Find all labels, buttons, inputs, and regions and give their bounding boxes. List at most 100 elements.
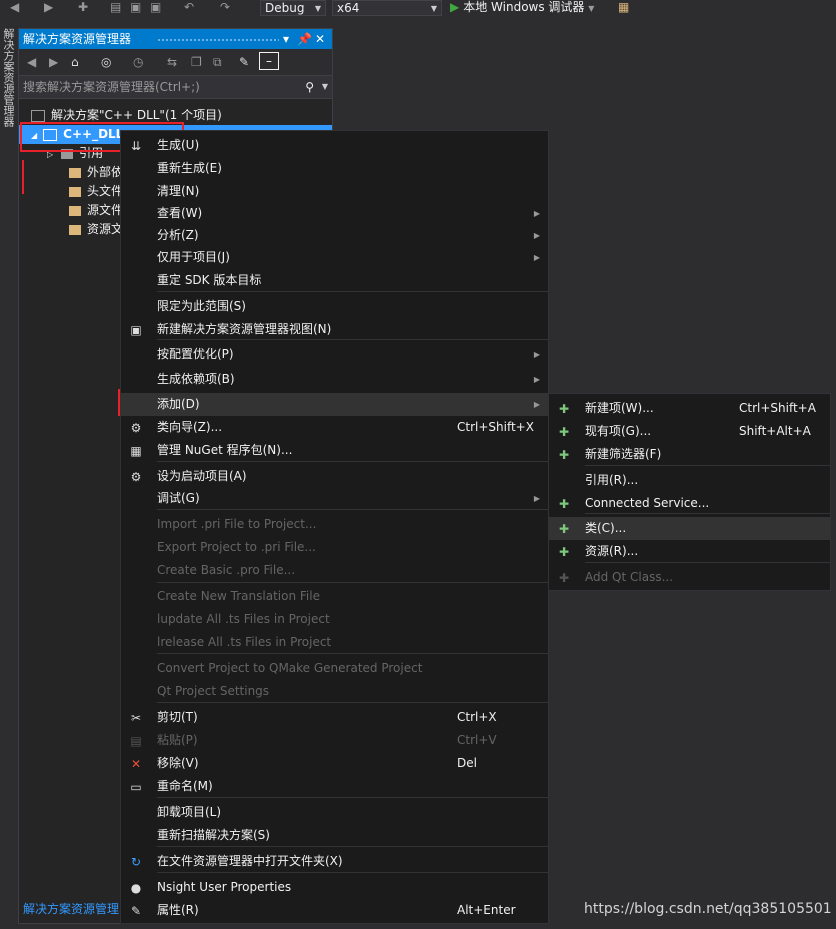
menu-item-label: 移除(V) bbox=[157, 756, 199, 770]
undo-icon[interactable]: ↶ bbox=[184, 0, 194, 14]
save-icon[interactable]: ▣ bbox=[130, 0, 141, 14]
build-icon: ⇊ bbox=[130, 139, 142, 153]
submenu-arrow-icon: ▶ bbox=[533, 253, 540, 262]
watermark: https://blog.csdn.net/qq385105501 bbox=[584, 901, 832, 917]
menu-item-label: 资源(R)... bbox=[585, 544, 639, 558]
tree-item[interactable]: 资源文 bbox=[69, 220, 123, 239]
context-menu-item[interactable]: ▣ 新建解决方案资源管理器视图(N) bbox=[121, 318, 548, 341]
menu-separator bbox=[585, 562, 830, 563]
redo-icon[interactable]: ↷ bbox=[220, 0, 230, 14]
context-menu-item[interactable]: 卸载项目(L) bbox=[121, 801, 548, 824]
menu-item-label: 类向导(Z)... bbox=[157, 420, 223, 434]
menu-separator bbox=[585, 513, 830, 514]
submenu-item[interactable]: ✚ Connected Service... bbox=[549, 492, 830, 515]
open-icon[interactable]: ▤ bbox=[110, 0, 121, 14]
context-menu-item[interactable]: ▭ 重命名(M) bbox=[121, 775, 548, 798]
context-menu-item[interactable]: 重新生成(E) bbox=[121, 157, 548, 180]
search-icon[interactable]: ⚲ bbox=[305, 76, 314, 98]
menu-separator bbox=[157, 582, 548, 583]
submenu-arrow-icon: ▶ bbox=[533, 400, 540, 409]
menu-item-label: Convert Project to QMake Generated Proje… bbox=[157, 661, 423, 675]
play-icon: ▶ bbox=[450, 0, 460, 14]
remove-icon: ✕ bbox=[130, 757, 142, 771]
side-tab-solution-explorer[interactable]: 解决方案资源管理器 bbox=[0, 28, 15, 128]
globe-icon[interactable]: ◎ bbox=[101, 55, 111, 69]
menu-item-label: 查看(W) bbox=[157, 206, 203, 220]
add-item-icon: ✚ bbox=[558, 545, 570, 559]
menu-item-label: 引用(R)... bbox=[585, 473, 639, 487]
menu-item-label: 卸载项目(L) bbox=[157, 805, 222, 819]
context-menu-item[interactable]: 分析(Z) ▶ bbox=[121, 224, 548, 247]
dropdown-icon[interactable]: ▾ bbox=[283, 29, 289, 49]
context-menu-item[interactable]: ⇊ 生成(U) bbox=[121, 134, 548, 157]
home-icon[interactable]: ⌂ bbox=[71, 55, 79, 69]
context-menu-item[interactable]: 清理(N) bbox=[121, 180, 548, 203]
new-project-icon[interactable]: ✚ bbox=[78, 0, 88, 14]
pin-icon[interactable]: 📌 bbox=[297, 29, 312, 49]
submenu-arrow-icon: ▶ bbox=[533, 350, 540, 359]
paste-icon: ▤ bbox=[130, 734, 142, 748]
menu-item-label: 新建筛选器(F) bbox=[585, 447, 662, 461]
context-menu-item[interactable]: 限定为此范围(S) bbox=[121, 295, 548, 318]
context-menu-item[interactable]: 按配置优化(P) ▶ bbox=[121, 343, 548, 366]
menu-item-label: Create Basic .pro File... bbox=[157, 563, 296, 577]
menu-item-label: Nsight User Properties bbox=[157, 880, 292, 894]
context-menu-item: Export Project to .pri File... bbox=[121, 536, 548, 559]
context-menu-item[interactable]: ⚙ 类向导(Z)... Ctrl+Shift+X bbox=[121, 416, 548, 439]
wrench-icon[interactable]: ✎ bbox=[239, 55, 249, 69]
submenu-item[interactable]: 引用(R)... bbox=[549, 469, 830, 492]
history-icon[interactable]: ◷ bbox=[133, 55, 143, 69]
context-menu-item[interactable]: ✂ 剪切(T) Ctrl+X bbox=[121, 706, 548, 729]
forward-icon[interactable]: ▶ bbox=[44, 0, 53, 14]
gear-icon: ⚙ bbox=[130, 470, 142, 484]
context-menu-item: lrelease All .ts Files in Project bbox=[121, 631, 548, 654]
submenu-item[interactable]: ✚ 资源(R)... bbox=[549, 540, 830, 563]
submenu-item[interactable]: ✚ 新建项(W)... Ctrl+Shift+A bbox=[549, 397, 830, 420]
explorer-tab[interactable]: 解决方案资源管理 bbox=[23, 900, 119, 917]
menu-item-label: Connected Service... bbox=[585, 496, 710, 510]
tree-item[interactable]: 源文件 bbox=[69, 201, 123, 220]
tree-item[interactable]: 外部依 bbox=[69, 163, 123, 182]
context-menu-item[interactable]: 仅用于项目(J) ▶ bbox=[121, 246, 548, 269]
collapse-icon[interactable]: ❐ bbox=[191, 55, 202, 69]
context-menu-item[interactable]: 查看(W) ▶ bbox=[121, 202, 548, 225]
back-icon[interactable]: ◀ bbox=[10, 0, 19, 14]
browser-icon[interactable]: ▦ bbox=[618, 0, 629, 14]
context-menu-item[interactable]: ▦ 管理 NuGet 程序包(N)... bbox=[121, 439, 548, 462]
submenu-item[interactable]: ✚ 现有项(G)... Shift+Alt+A bbox=[549, 420, 830, 443]
platform-select[interactable]: x64 ▼ bbox=[332, 0, 442, 16]
sync-icon[interactable]: ⇆ bbox=[167, 55, 177, 69]
chevron-down-icon[interactable]: ▼ bbox=[322, 76, 328, 98]
save-all-icon[interactable]: ▣ bbox=[150, 0, 161, 14]
context-menu-item: Create Basic .pro File... bbox=[121, 559, 548, 582]
add-submenu: ✚ 新建项(W)... Ctrl+Shift+A ✚ 现有项(G)... Shift+Al… bbox=[548, 393, 831, 591]
context-menu-item[interactable]: ✎ 属性(R) Alt+Enter bbox=[121, 899, 548, 922]
context-menu-item[interactable]: 重新扫描解决方案(S) bbox=[121, 824, 548, 847]
menu-item-label: Add Qt Class... bbox=[585, 570, 674, 584]
search-input[interactable]: 搜索解决方案资源管理器(Ctrl+;) ⚲ ▼ bbox=[19, 76, 332, 99]
context-menu-item[interactable]: 生成依赖项(B) ▶ bbox=[121, 368, 548, 391]
context-menu-item[interactable]: 调试(G) ▶ bbox=[121, 487, 548, 510]
forward-icon[interactable]: ▶ bbox=[49, 55, 58, 69]
context-menu-item[interactable]: ↻ 在文件资源管理器中打开文件夹(X) bbox=[121, 850, 548, 873]
copy-icon[interactable]: ⧉ bbox=[213, 55, 222, 70]
menu-item-label: 管理 NuGet 程序包(N)... bbox=[157, 443, 293, 457]
config-select[interactable]: Debug ▼ bbox=[260, 0, 326, 16]
context-menu-item[interactable]: ● Nsight User Properties bbox=[121, 876, 548, 899]
tree-item[interactable]: 头文件 bbox=[69, 182, 123, 201]
run-debugger-button[interactable]: ▶ 本地 Windows 调试器 ▼ bbox=[450, 0, 594, 16]
back-icon[interactable]: ◀ bbox=[27, 55, 36, 69]
context-menu-item[interactable]: 添加(D) ▶ bbox=[121, 393, 548, 416]
preview-toggle-icon[interactable]: – bbox=[259, 52, 279, 70]
context-menu-item[interactable]: ⚙ 设为启动项目(A) bbox=[121, 465, 548, 488]
context-menu-item: Import .pri File to Project... bbox=[121, 513, 548, 536]
menu-item-label: 重新扫描解决方案(S) bbox=[157, 828, 270, 842]
context-menu-item[interactable]: ✕ 移除(V) Del bbox=[121, 752, 548, 775]
close-icon[interactable]: ✕ bbox=[315, 29, 325, 49]
menu-item-label: 重命名(M) bbox=[157, 779, 213, 793]
menu-separator bbox=[157, 702, 548, 703]
submenu-arrow-icon: ▶ bbox=[533, 231, 540, 240]
submenu-item[interactable]: ✚ 类(C)... bbox=[549, 517, 830, 540]
context-menu-item[interactable]: 重定 SDK 版本目标 bbox=[121, 269, 548, 292]
submenu-item[interactable]: ✚ 新建筛选器(F) bbox=[549, 443, 830, 466]
